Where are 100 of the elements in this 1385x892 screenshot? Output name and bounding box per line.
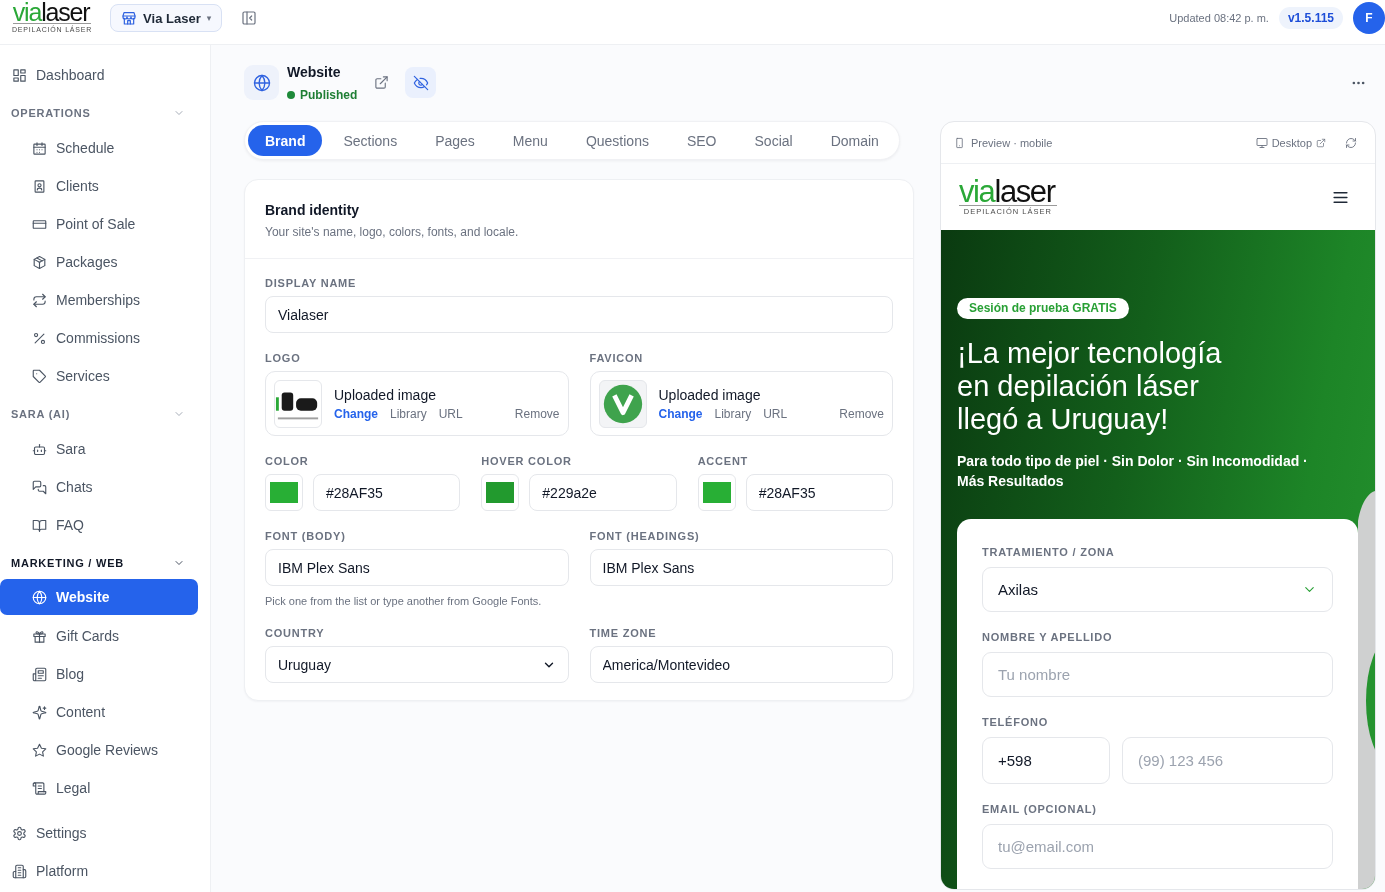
upload-action-link[interactable]: URL xyxy=(763,406,788,422)
user-avatar[interactable]: F xyxy=(1353,2,1385,34)
field-label: TELÉFONO xyxy=(982,715,1050,729)
star-icon xyxy=(32,742,47,758)
settings-icon xyxy=(12,825,27,841)
display-name-field[interactable]: Vialaser xyxy=(265,296,893,333)
sidebar-item[interactable]: Platform xyxy=(0,852,198,890)
sidebar-item[interactable]: Schedule xyxy=(0,129,198,167)
field-label: TRATAMIENTO / ZONA xyxy=(982,545,1116,559)
upload-action-link[interactable]: Change xyxy=(334,406,378,422)
text-field[interactable]: Tu nombre xyxy=(982,652,1333,697)
upload-status: Uploaded image xyxy=(334,385,437,404)
upload-status: Uploaded image xyxy=(658,385,762,404)
field-label: DISPLAY NAME xyxy=(265,276,358,290)
remove-link[interactable]: Remove xyxy=(514,406,560,422)
sidebar-item[interactable]: Dashboard xyxy=(0,56,198,94)
tab[interactable]: Questions xyxy=(568,125,666,156)
sidebar-section-header[interactable]: SARA (AI) xyxy=(0,395,210,430)
sidebar-section-header[interactable]: OPERATIONS xyxy=(0,94,210,129)
tab[interactable]: Sections xyxy=(326,125,415,156)
select-field[interactable]: Uruguay xyxy=(265,646,569,683)
color-hex-field[interactable]: #229a2e xyxy=(529,474,677,511)
remove-link[interactable]: Remove xyxy=(839,406,884,422)
field-label: FONT (BODY) xyxy=(265,529,347,543)
layout-grid-icon xyxy=(12,67,27,83)
tab[interactable]: Pages xyxy=(418,125,492,156)
sidebar-item[interactable]: Blog xyxy=(0,655,198,693)
tab[interactable]: SEO xyxy=(669,125,734,156)
contact-card-icon xyxy=(32,178,47,194)
font-field[interactable]: IBM Plex Sans xyxy=(589,549,893,586)
field-label: FAVICON xyxy=(589,351,644,365)
text-field[interactable]: America/Montevideo xyxy=(589,646,893,683)
robot-icon xyxy=(32,441,47,457)
chat-bubbles-icon xyxy=(32,479,47,495)
hero-heading: ¡La mejor tecnología en depilación láser llegó a Uruguay! xyxy=(957,337,1223,436)
workspace-selector[interactable]: Via Laser ▾ xyxy=(110,4,223,32)
sidebar-toggle-icon[interactable] xyxy=(241,10,258,26)
percent-icon xyxy=(32,330,47,346)
color-hex-field[interactable]: #28AF35 xyxy=(313,474,461,511)
page-title: Website xyxy=(287,62,342,81)
tab[interactable]: Brand xyxy=(248,125,323,156)
external-link-icon[interactable] xyxy=(374,75,390,90)
desktop-preview-button[interactable]: Desktop xyxy=(1255,136,1326,149)
field-label: COLOR xyxy=(265,454,310,468)
tab[interactable]: Domain xyxy=(813,125,896,156)
field-label: HOVER COLOR xyxy=(481,454,573,468)
sidebar-item[interactable]: Gift Cards xyxy=(0,617,198,655)
sparkles-icon xyxy=(32,704,47,720)
smartphone-icon xyxy=(954,136,965,149)
field-hint: Pick one from the list or type another from Google Fonts. xyxy=(265,594,543,608)
country-code-field[interactable]: +598 xyxy=(982,737,1110,784)
sidebar-item[interactable]: Point of Sale xyxy=(0,205,198,243)
version-badge: v1.5.115 xyxy=(1278,7,1343,29)
phone-field[interactable]: (99) 123 456 xyxy=(1122,737,1333,784)
sidebar-section-header[interactable]: MARKETING / WEB xyxy=(0,544,210,579)
sidebar-item[interactable]: Google Reviews xyxy=(0,731,198,769)
sidebar-item[interactable]: Content xyxy=(0,693,198,731)
sidebar-item[interactable]: Website xyxy=(0,579,198,615)
refresh-icon[interactable] xyxy=(1345,136,1357,149)
tab[interactable]: Social xyxy=(737,125,810,156)
sidebar-item[interactable]: Commissions xyxy=(0,319,198,357)
card-description: Your site's name, logo, colors, fonts, and locale. xyxy=(265,224,520,240)
tab[interactable]: Menu xyxy=(495,125,565,156)
sidebar-item[interactable]: Services xyxy=(0,357,198,395)
color-picker-button[interactable] xyxy=(481,474,520,511)
scroll-icon xyxy=(32,780,47,796)
select-field[interactable]: Axilas xyxy=(982,567,1333,612)
promo-badge: Sesión de prueba GRATIS xyxy=(957,298,1129,319)
sidebar-item[interactable]: Clients xyxy=(0,167,198,205)
sidebar-item[interactable]: Settings xyxy=(0,814,198,852)
external-link-icon xyxy=(1316,137,1326,148)
upload-action-link[interactable]: Change xyxy=(658,406,703,422)
color-picker-button[interactable] xyxy=(697,474,736,511)
field-label: LOGO xyxy=(265,351,302,365)
logo-image-thumbnail xyxy=(274,379,322,428)
favicon-image-thumbnail xyxy=(598,379,647,428)
tag-icon xyxy=(32,368,47,384)
calendar-icon xyxy=(32,140,47,156)
sidebar-item[interactable]: Chats xyxy=(0,468,198,506)
logo-wordmark: vialaser xyxy=(12,2,92,24)
color-picker-button[interactable] xyxy=(265,474,303,511)
sidebar-item[interactable]: Memberships xyxy=(0,281,198,319)
upload-action-link[interactable]: Library xyxy=(390,406,427,422)
box-icon xyxy=(32,254,47,270)
sidebar-item[interactable]: FAQ xyxy=(0,506,198,544)
visibility-toggle-button[interactable] xyxy=(405,67,437,98)
monitor-icon xyxy=(1255,136,1268,149)
upload-action-link[interactable]: URL xyxy=(438,406,463,422)
preview-title: Preview · mobile xyxy=(971,136,1053,149)
field-label: EMAIL (OPCIONAL) xyxy=(982,802,1098,816)
upload-action-link[interactable]: Library xyxy=(714,406,752,422)
sidebar-item[interactable]: Legal xyxy=(0,769,198,807)
sidebar-item[interactable]: Packages xyxy=(0,243,198,281)
gift-icon xyxy=(32,628,47,644)
text-field[interactable]: tu@email.com xyxy=(982,824,1333,869)
more-icon xyxy=(1352,80,1365,85)
field-label: ACCENT xyxy=(697,454,750,468)
font-field[interactable]: IBM Plex Sans xyxy=(265,549,569,586)
color-hex-field[interactable]: #28AF35 xyxy=(745,474,893,511)
sidebar-item[interactable]: Sara xyxy=(0,430,198,468)
